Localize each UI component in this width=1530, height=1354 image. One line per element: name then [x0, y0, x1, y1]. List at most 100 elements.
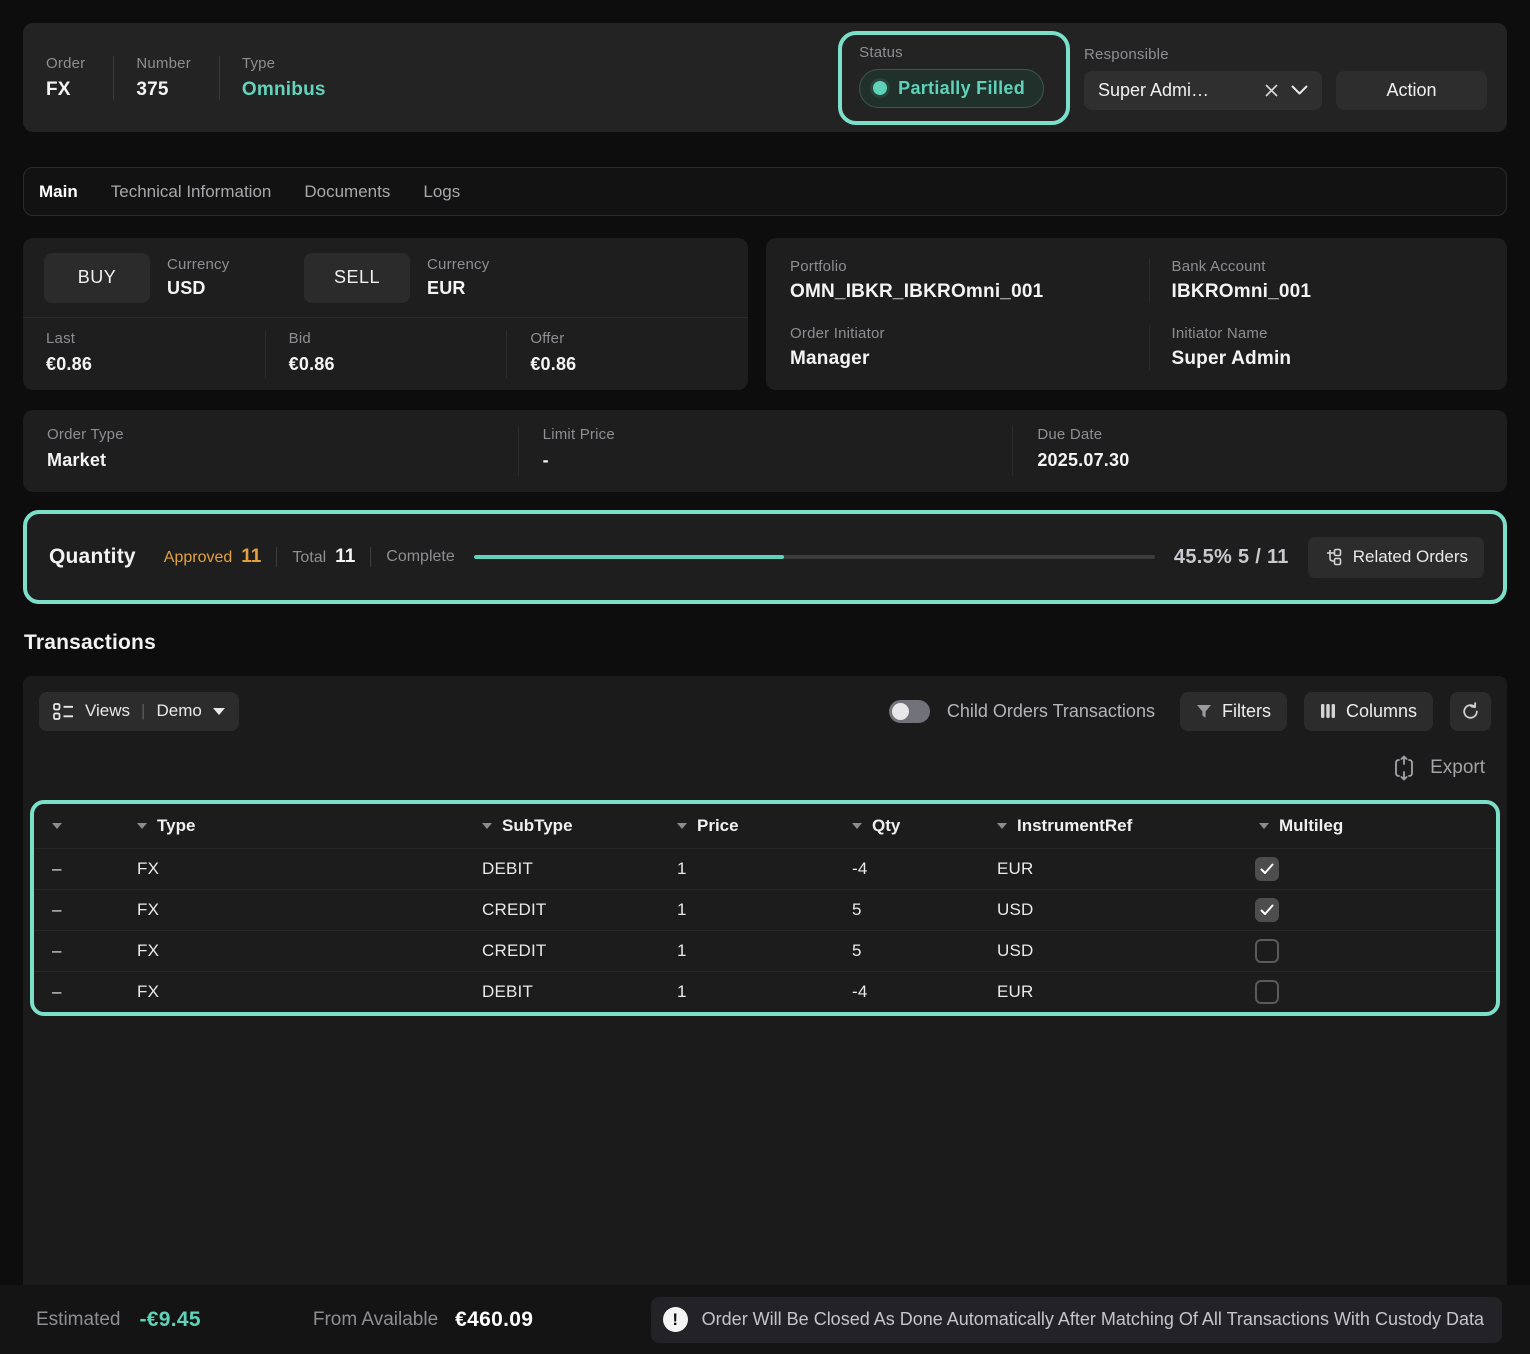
views-label: Views — [85, 701, 130, 721]
views-selector[interactable]: Views | Demo — [39, 692, 239, 731]
type-field-label: Type — [242, 55, 326, 72]
total-value: 11 — [335, 546, 355, 568]
related-orders-button[interactable]: Related Orders — [1308, 537, 1484, 578]
column-header-type[interactable]: Type — [119, 816, 464, 836]
quote-bid-value: €0.86 — [289, 354, 507, 375]
transaction-row[interactable]: –FXDEBIT1-4EUR — [34, 848, 1496, 889]
check-icon — [1260, 863, 1274, 875]
quantity-title: Quantity — [49, 545, 136, 569]
refresh-button[interactable] — [1450, 692, 1491, 731]
action-button[interactable]: Action — [1336, 71, 1487, 110]
column-header-multileg[interactable]: Multileg — [1241, 816, 1496, 836]
tab-documents[interactable]: Documents — [304, 182, 390, 202]
responsible-select[interactable]: Super Admi… — [1084, 71, 1322, 110]
transactions-toolbar: Views | Demo Child Orders Transactions F — [39, 688, 1491, 734]
sell-currency-value: EUR — [427, 278, 551, 299]
column-header-subtype[interactable]: SubType — [464, 816, 659, 836]
progress-text: 45.5% 5 / 11 — [1174, 546, 1289, 569]
export-button[interactable]: Export — [1392, 755, 1485, 781]
export-row: Export — [39, 734, 1491, 800]
transactions-panel: Views | Demo Child Orders Transactions F — [23, 676, 1507, 1285]
sell-currency-label: Currency — [427, 256, 551, 273]
transactions-title: Transactions — [24, 631, 1507, 655]
clear-icon[interactable] — [1264, 83, 1279, 98]
from-available-value: €460.09 — [455, 1308, 533, 1332]
sell-button[interactable]: SELL — [304, 253, 410, 303]
filters-button[interactable]: Filters — [1180, 692, 1287, 731]
cell-qty: -4 — [834, 982, 979, 1002]
chevron-down-icon[interactable] — [1291, 85, 1308, 96]
bank-account-label: Bank Account — [1172, 258, 1498, 275]
quote-last-label: Last — [46, 330, 265, 347]
cell-price: 1 — [659, 859, 834, 879]
complete-label: Complete — [386, 548, 454, 566]
multileg-checkbox[interactable] — [1255, 857, 1279, 881]
buy-currency-value: USD — [167, 278, 291, 299]
column-header-price[interactable]: Price — [659, 816, 834, 836]
tab-main[interactable]: Main — [39, 182, 78, 202]
cell-multileg — [1241, 939, 1496, 963]
transaction-row[interactable]: –FXCREDIT15USD — [34, 930, 1496, 971]
initiator-name-value: Super Admin — [1172, 348, 1498, 370]
status-label: Status — [859, 44, 1044, 61]
total-label: Total — [292, 549, 326, 567]
cell-subtype: DEBIT — [464, 859, 659, 879]
divider — [370, 547, 371, 567]
due-date-label: Due Date — [1037, 426, 1507, 443]
responsible-value: Super Admi… — [1098, 80, 1252, 101]
cell-instrumentref: USD — [979, 941, 1241, 961]
cell-subtype: CREDIT — [464, 900, 659, 920]
cell-expander[interactable]: – — [34, 982, 119, 1002]
due-date-field: Due Date 2025.07.30 — [1012, 426, 1507, 476]
cell-expander[interactable]: – — [34, 859, 119, 879]
quantity-highlight-annotation: Quantity Approved 11 Total 11 Complete 4… — [23, 510, 1507, 604]
order-initiator-label: Order Initiator — [790, 325, 1139, 342]
multileg-checkbox[interactable] — [1255, 939, 1279, 963]
child-orders-toggle[interactable] — [889, 700, 930, 723]
related-orders-icon — [1324, 548, 1342, 566]
header-right: Status Partially Filled Responsible Supe… — [838, 31, 1487, 125]
multileg-checkbox[interactable] — [1255, 898, 1279, 922]
column-header-qty[interactable]: Qty — [834, 816, 979, 836]
caret-down-icon — [213, 708, 225, 715]
order-type-field: Order Type Market — [23, 426, 518, 476]
sell-currency-field: Currency EUR — [427, 256, 551, 299]
tab-logs[interactable]: Logs — [423, 182, 460, 202]
tab-technical-information[interactable]: Technical Information — [111, 182, 272, 202]
portfolio-field: Portfolio OMN_IBKR_IBKROmni_001 — [790, 258, 1149, 303]
quote-offer-label: Offer — [530, 330, 748, 347]
completion-progress-bar — [474, 555, 1155, 559]
columns-button[interactable]: Columns — [1304, 692, 1433, 731]
cell-multileg — [1241, 980, 1496, 1004]
selected-view: Demo — [156, 701, 201, 721]
refresh-icon — [1461, 702, 1480, 721]
cell-qty: -4 — [834, 859, 979, 879]
limit-price-value: - — [543, 450, 1013, 471]
multileg-checkbox[interactable] — [1255, 980, 1279, 1004]
transactions-table-body: –FXDEBIT1-4EUR–FXCREDIT15USD–FXCREDIT15U… — [34, 848, 1496, 1012]
column-header-instrumentref[interactable]: InstrumentRef — [979, 816, 1241, 836]
transaction-row[interactable]: –FXCREDIT15USD — [34, 889, 1496, 930]
filters-label: Filters — [1222, 701, 1271, 722]
order-field-label: Order — [46, 55, 85, 72]
estimated-label: Estimated — [36, 1309, 120, 1331]
footer-bar: Estimated -€9.45 From Available €460.09 … — [0, 1285, 1530, 1354]
from-available-label: From Available — [313, 1309, 438, 1331]
due-date-value: 2025.07.30 — [1037, 450, 1507, 471]
bank-account-field: Bank Account IBKROmni_001 — [1149, 258, 1508, 303]
column-label: Qty — [872, 816, 900, 836]
cell-price: 1 — [659, 941, 834, 961]
column-menu-icon — [852, 823, 862, 829]
cell-expander[interactable]: – — [34, 941, 119, 961]
table-highlight-annotation: Type SubType Price Qty — [30, 800, 1500, 1016]
quote-bid: Bid €0.86 — [265, 330, 507, 378]
cell-subtype: CREDIT — [464, 941, 659, 961]
buy-button[interactable]: BUY — [44, 253, 150, 303]
child-orders-toggle-label: Child Orders Transactions — [947, 701, 1155, 722]
cell-expander[interactable]: – — [34, 900, 119, 920]
column-header-expander[interactable] — [34, 823, 119, 829]
transaction-row[interactable]: –FXDEBIT1-4EUR — [34, 971, 1496, 1012]
column-menu-icon — [482, 823, 492, 829]
column-label: Price — [697, 816, 739, 836]
bank-account-value: IBKROmni_001 — [1172, 281, 1498, 303]
